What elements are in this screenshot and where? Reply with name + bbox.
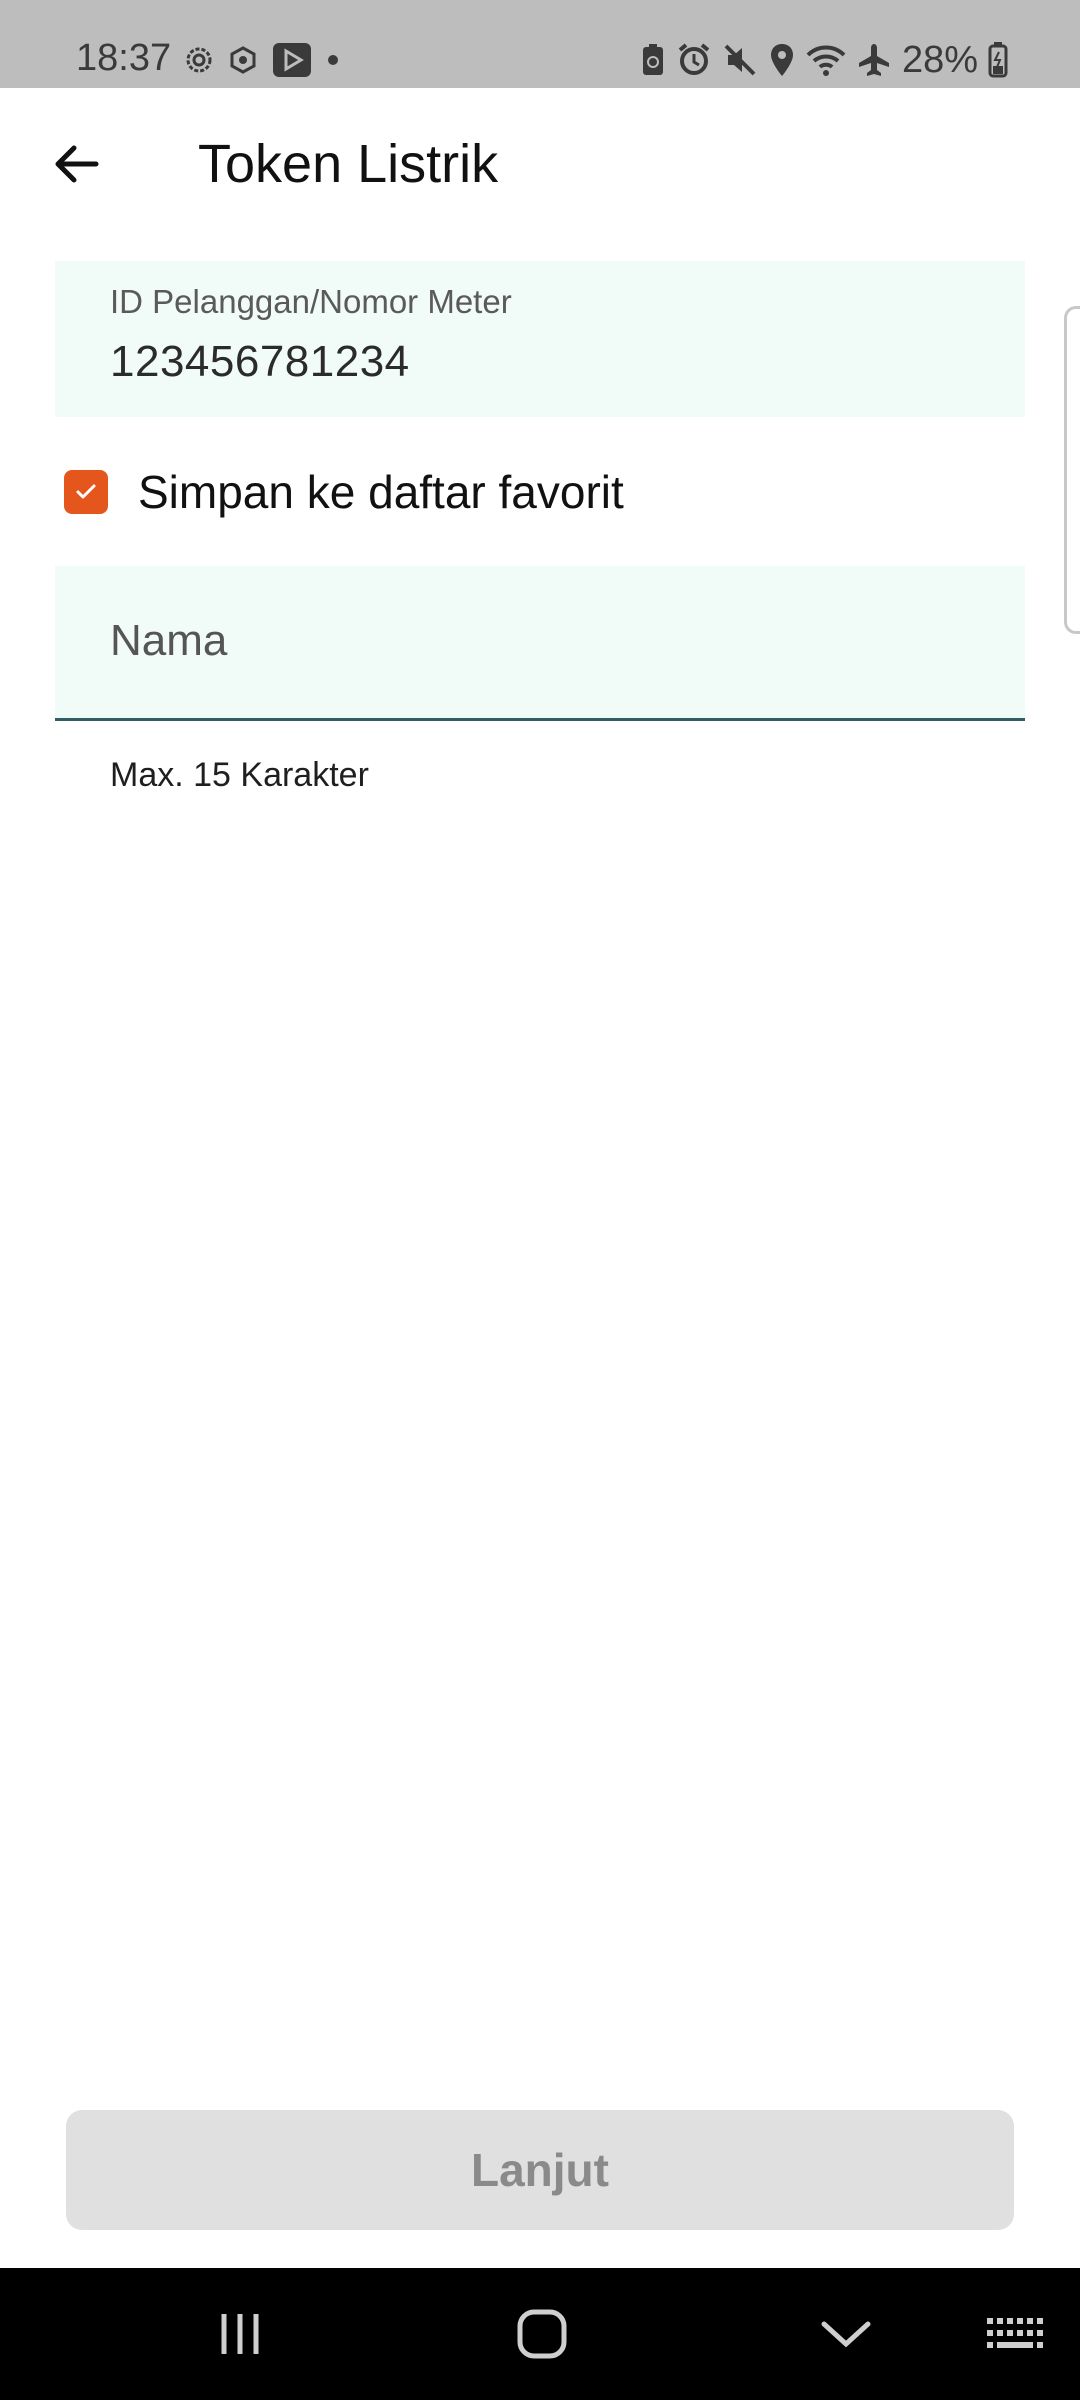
edge-panel-handle[interactable] [1064, 306, 1080, 634]
arrow-left-icon [52, 144, 100, 184]
favorite-option[interactable]: Simpan ke daftar favorit [64, 466, 624, 518]
home-button[interactable] [512, 2306, 572, 2362]
next-button[interactable]: Lanjut [66, 2110, 1014, 2230]
video-app-icon [272, 42, 312, 78]
app-bar: Token Listrik [0, 88, 1080, 240]
status-right-icons: 28% [640, 38, 1008, 82]
home-icon [516, 2308, 568, 2360]
airplane-icon [856, 42, 892, 78]
system-nav-bar [0, 2268, 1080, 2400]
alarm-icon [676, 42, 712, 78]
name-placeholder: Nama [110, 616, 228, 665]
name-input[interactable]: Nama [55, 566, 1025, 721]
favorite-label: Simpan ke daftar favorit [138, 466, 624, 518]
next-button-label: Lanjut [471, 2144, 609, 2196]
back-nav-button[interactable] [816, 2306, 876, 2362]
name-helper-text: Max. 15 Karakter [110, 756, 369, 794]
location-icon [768, 42, 796, 78]
status-left-icons [184, 40, 340, 80]
favorite-checkbox[interactable] [64, 470, 108, 514]
customer-id-field[interactable]: ID Pelanggan/Nomor Meter 123456781234 [55, 261, 1025, 417]
network-icon [228, 45, 258, 75]
checkmark-icon [75, 483, 97, 501]
recent-apps-icon [216, 2312, 264, 2356]
customer-id-value: 123456781234 [110, 337, 410, 386]
settings-gear-icon [184, 45, 214, 75]
battery-percent: 28% [901, 39, 978, 81]
mute-icon [722, 42, 758, 78]
recent-apps-button[interactable] [210, 2306, 270, 2362]
dot-icon [326, 53, 340, 67]
status-time: 18:37 [76, 37, 172, 79]
battery-icon [988, 42, 1008, 78]
status-bar: 18:37 28% [0, 0, 1080, 88]
back-button[interactable] [40, 128, 112, 200]
battery-saver-icon [640, 43, 666, 77]
back-chevron-icon [820, 2318, 872, 2350]
keyboard-button[interactable] [982, 2306, 1048, 2362]
page-title: Token Listrik [198, 134, 499, 194]
customer-id-label: ID Pelanggan/Nomor Meter [110, 283, 512, 320]
wifi-icon [806, 43, 846, 77]
keyboard-icon [985, 2316, 1045, 2352]
